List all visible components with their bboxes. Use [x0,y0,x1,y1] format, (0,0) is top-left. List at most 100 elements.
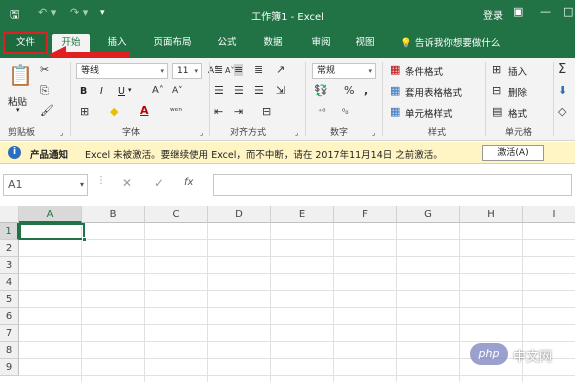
conditional-format-icon[interactable]: ▦ [390,64,400,76]
column-header-E[interactable]: E [271,206,334,223]
percent-icon[interactable]: % [344,85,354,97]
shrink-font-icon-alt[interactable]: A˅ [172,85,183,97]
fill-down-icon[interactable]: ⬇ [558,85,567,97]
row-header-7[interactable]: 7 [0,325,19,342]
chevron-down-icon: ▾ [194,67,198,75]
clipboard-launcher-icon[interactable]: ⌟ [60,127,63,139]
tab-data[interactable]: 数据 [258,34,288,56]
font-launcher-icon[interactable]: ⌟ [200,127,203,139]
number-group-label: 数字 [330,128,349,138]
column-header-G[interactable]: G [397,206,460,223]
copy-icon[interactable]: ⎘ [40,85,49,97]
font-size-select[interactable]: 11 ▾ [172,63,202,79]
align-bottom-icon[interactable]: ≣ [254,64,263,76]
row-header-4[interactable]: 4 [0,274,19,291]
cell-style-icon[interactable]: ▦ [390,106,400,118]
row-header-2[interactable]: 2 [0,240,19,257]
font-color-icon[interactable]: A [140,105,149,117]
enter-icon[interactable]: ✓ [154,176,164,190]
align-middle-icon[interactable]: ≡ [234,64,244,76]
grow-font-icon-alt[interactable]: A˄ [152,85,164,97]
maximize-icon[interactable]: □ [563,5,573,18]
merge-center-icon[interactable]: ⊟ [262,106,271,118]
tab-page-layout[interactable]: 页面布局 [145,34,200,56]
align-right-icon[interactable]: ☰ [254,85,264,97]
column-header-B[interactable]: B [82,206,145,223]
table-format-button[interactable]: 套用表格格式 [405,85,462,99]
clear-icon[interactable]: ◇ [558,106,566,118]
tab-view[interactable]: 视图 [350,34,380,56]
select-all-corner[interactable] [0,206,19,223]
insert-function-icon[interactable]: fx [184,177,193,188]
number-format-select[interactable]: 常规 ▾ [312,63,376,79]
format-cells-icon[interactable]: ▤ [492,106,502,118]
font-name-select[interactable]: 等线 ▾ [76,63,168,79]
row-header-1[interactable]: 1 [0,223,19,240]
formula-input[interactable] [213,174,572,196]
column-header-H[interactable]: H [460,206,523,223]
bold-button[interactable]: B [80,86,87,97]
align-left-icon[interactable]: ☰ [214,85,224,97]
sum-icon[interactable]: Σ [558,63,566,76]
phonetic-icon[interactable]: ʷᵉⁿ [170,106,182,118]
delete-cells-icon[interactable]: ⊟ [492,85,501,97]
column-header-D[interactable]: D [208,206,271,223]
align-center-icon[interactable]: ☰ [234,85,244,97]
column-header-C[interactable]: C [145,206,208,223]
decrease-indent-icon[interactable]: ⇤ [214,106,223,118]
paste-icon[interactable]: 📋 [8,64,33,86]
decrease-decimal-icon[interactable]: ⁰₀ [342,106,348,118]
border-icon[interactable]: ⊞ [80,106,89,118]
insert-cells-icon[interactable]: ⊞ [492,64,501,76]
row-header-6[interactable]: 6 [0,308,19,325]
minimize-icon[interactable]: — [540,5,551,18]
cut-icon[interactable]: ✂ [40,64,49,76]
comma-style-icon[interactable]: , [364,85,368,97]
row-header-8[interactable]: 8 [0,342,19,359]
paste-dropdown-icon[interactable]: ▾ [16,106,20,114]
activate-button[interactable]: 激活(A) [482,145,544,161]
align-top-icon[interactable]: ≣ [214,64,223,76]
cancel-icon[interactable]: ✕ [122,176,132,190]
styles-group-label: 样式 [428,128,447,138]
name-box[interactable]: A1 ▾ [3,174,88,196]
number-launcher-icon[interactable]: ⌟ [372,127,375,139]
divider [485,62,486,136]
row-header-5[interactable]: 5 [0,291,19,308]
accounting-format-icon[interactable]: 💱 [314,85,328,97]
increase-decimal-icon[interactable]: ⁺⁰ [318,106,325,118]
underline-button[interactable]: U [118,86,125,97]
formula-bar-buttons: ⋮ ✕ ✓ fx [96,174,208,196]
table-format-icon[interactable]: ▦ [390,85,400,97]
selected-cell[interactable] [19,223,87,242]
restore-window-icon[interactable]: ▣ [513,5,523,18]
tab-review[interactable]: 审阅 [306,34,336,56]
alignment-launcher-icon[interactable]: ⌟ [295,127,298,139]
conditional-format-button[interactable]: 条件格式 [405,64,443,78]
row-header-9[interactable]: 9 [0,359,19,376]
fill-handle[interactable] [82,237,87,242]
format-painter-icon[interactable]: 🖌 [40,105,54,117]
more-icon[interactable]: ⋮ [96,175,106,186]
tab-formulas[interactable]: 公式 [212,34,242,56]
insert-cells-button[interactable]: 插入 [508,64,527,78]
login-link[interactable]: 登录 [483,7,503,22]
column-header-A[interactable]: A [19,206,82,223]
increase-indent-icon[interactable]: ⇥ [234,106,243,118]
tell-me-search[interactable]: 💡 告诉我你想要做什么 [400,35,500,49]
fill-color-icon[interactable]: ◆ [110,106,118,118]
wrap-text-icon[interactable]: ⇲ [276,85,285,97]
tab-file[interactable]: 文件 [3,32,48,54]
gridline [459,223,460,382]
cells-group-label: 单元格 [505,128,533,138]
delete-cells-button[interactable]: 删除 [508,85,527,99]
cell-style-button[interactable]: 单元格样式 [405,106,453,120]
underline-dropdown-icon[interactable]: ▾ [128,86,132,94]
orientation-icon[interactable]: ↗ [276,64,285,76]
format-cells-button[interactable]: 格式 [508,106,527,120]
column-header-F[interactable]: F [334,206,397,223]
row-header-3[interactable]: 3 [0,257,19,274]
italic-button[interactable]: I [100,86,103,97]
column-header-I[interactable]: I [523,206,575,223]
gridline [396,223,397,382]
